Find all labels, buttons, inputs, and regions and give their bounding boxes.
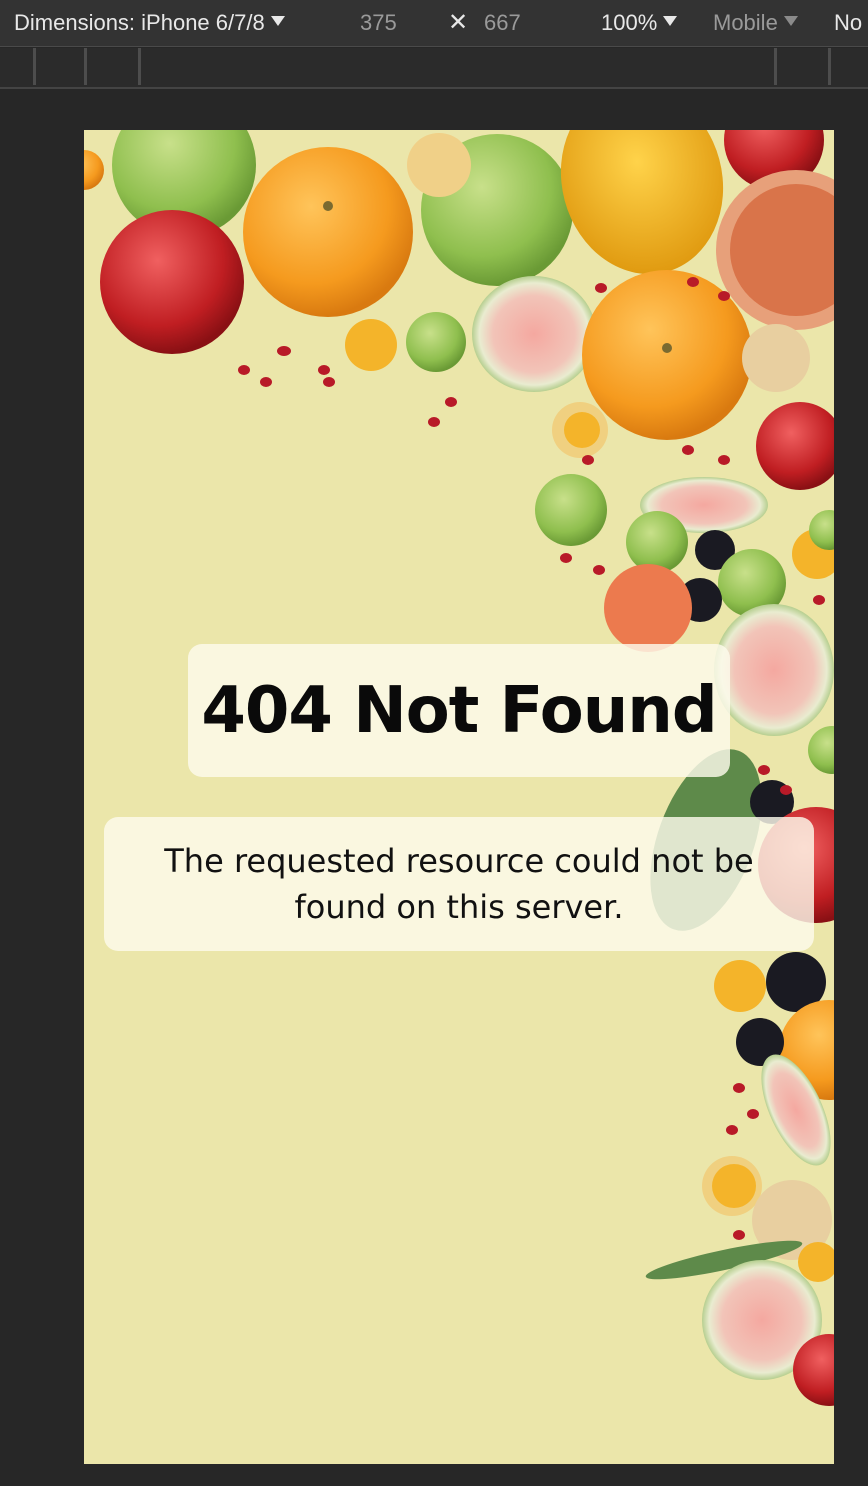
ruler-marker[interactable] — [828, 48, 831, 85]
device-type-label: Mobile — [713, 10, 778, 35]
dimensions-label: Dimensions: iPhone 6/7/8 — [14, 10, 265, 35]
zoom-dropdown[interactable]: 100% — [601, 9, 678, 37]
device-viewport: 404 Not Found The requested resource cou… — [84, 130, 834, 1464]
page-title: 404 Not Found — [201, 673, 717, 748]
ruler-marker[interactable] — [774, 48, 777, 85]
media-query-ruler — [0, 48, 868, 89]
chevron-down-icon — [270, 16, 285, 26]
height-input[interactable]: 667 — [484, 9, 521, 37]
devtools-device-toolbar: Dimensions: iPhone 6/7/8 375 ✕ 667 100% … — [0, 0, 868, 47]
throttle-dropdown[interactable]: No — [834, 9, 862, 37]
dimensions-dropdown[interactable]: Dimensions: iPhone 6/7/8 — [14, 9, 285, 37]
chevron-down-icon — [783, 16, 798, 26]
ruler-marker[interactable] — [138, 48, 141, 85]
chevron-down-icon — [663, 16, 678, 26]
ruler-marker[interactable] — [33, 48, 36, 85]
error-message: The requested resource could not be foun… — [164, 842, 754, 926]
title-card: 404 Not Found — [188, 644, 730, 777]
fruit-background-image — [84, 130, 834, 1464]
times-icon: ✕ — [448, 9, 469, 36]
ruler-marker[interactable] — [84, 48, 87, 85]
width-input[interactable]: 375 — [360, 9, 397, 37]
device-type-dropdown[interactable]: Mobile — [713, 9, 798, 37]
message-card: The requested resource could not be foun… — [104, 817, 814, 951]
zoom-label: 100% — [601, 10, 658, 35]
